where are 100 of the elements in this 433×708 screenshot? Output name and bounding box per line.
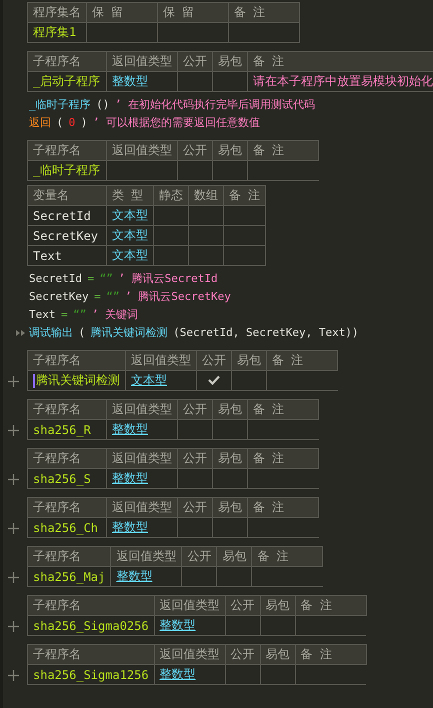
plus-icon[interactable]: [8, 376, 19, 387]
table-cell: [188, 206, 224, 226]
table-cell: 整数型: [106, 468, 178, 488]
column-header: 公开: [178, 52, 212, 72]
column-header: 公开: [196, 350, 232, 370]
column-header: 公开: [182, 546, 217, 566]
table-cell: [212, 160, 248, 180]
column-header: 公开: [225, 644, 260, 664]
table-cell: [212, 518, 248, 538]
column-header: 子程序名: [28, 498, 106, 518]
column-header: 返回值类型: [106, 400, 178, 420]
column-header: 静态: [154, 186, 188, 206]
column-header: 公开: [225, 596, 260, 616]
column-header: 返回值类型: [106, 448, 178, 468]
table-cell: 整数型: [106, 420, 178, 440]
column-header: 易包: [260, 644, 296, 664]
column-header: 易包: [212, 448, 248, 468]
column-header: 易包: [212, 140, 248, 160]
table-cell: 整数型: [154, 616, 226, 636]
table-cell: [212, 72, 248, 92]
plus-icon[interactable]: [8, 621, 19, 632]
plus-icon[interactable]: [8, 523, 19, 534]
table-cell: [248, 468, 318, 488]
table-cell: [86, 22, 158, 42]
column-header: 保 留: [158, 2, 228, 22]
column-header: 返回值类型: [126, 350, 196, 370]
table-cell: 文本型: [106, 226, 154, 246]
plus-icon[interactable]: [8, 474, 19, 485]
column-header: 备 注: [295, 644, 366, 664]
table-cell: [106, 160, 178, 180]
column-header: 返回值类型: [106, 52, 178, 72]
table-cell: Text: [28, 246, 106, 266]
table-cell: sha256_Sigma1256: [28, 664, 154, 684]
column-header: 返回值类型: [154, 644, 226, 664]
code-line: _临时子程序 () ’ 在初始化代码执行完毕后调用测试代码: [29, 97, 316, 113]
table-cell: 整数型: [106, 72, 178, 92]
column-header: 子程序名: [28, 546, 111, 566]
code-line: SecretKey = “” ’ 腾讯云SecretKey: [29, 289, 232, 305]
column-header: 类 型: [106, 186, 154, 206]
column-header: 备 注: [224, 186, 266, 206]
column-header: 易包: [216, 546, 252, 566]
table-cell: [295, 616, 366, 636]
table-cell: [224, 206, 266, 226]
table-cell: 腾讯关键词检测: [28, 370, 126, 390]
table-cell: [295, 664, 366, 684]
column-header: 备 注: [266, 350, 338, 370]
table-cell: 文本型: [106, 246, 154, 266]
code-line: 调试输出 ( 腾讯关键词检测 (SecretId, SecretKey, Text)): [29, 325, 360, 341]
table-cell: 程序集1: [28, 22, 86, 42]
table-cell: [260, 616, 296, 636]
plus-icon[interactable]: [8, 572, 19, 583]
column-header: 返回值类型: [106, 140, 178, 160]
column-header: 备 注: [228, 2, 300, 22]
table-cell: 整数型: [110, 566, 182, 586]
table-cell: [228, 22, 300, 42]
column-header: 子程序名: [28, 52, 106, 72]
table-cell: SecretKey: [28, 226, 106, 246]
column-header: 子程序名: [28, 596, 154, 616]
column-header: 易包: [212, 52, 248, 72]
column-header: 备 注: [248, 400, 318, 420]
code-line: SecretId = “” ’ 腾讯云SecretId: [29, 271, 219, 287]
table-cell: [216, 566, 252, 586]
column-header: 备 注: [295, 596, 366, 616]
code-line: Text = “” ’ 关键词: [29, 307, 140, 323]
column-header: 返回值类型: [106, 498, 178, 518]
table-cell: 整数型: [154, 664, 226, 684]
column-header: 数组: [188, 186, 224, 206]
table-cell: [154, 246, 188, 266]
table-cell: [248, 160, 318, 180]
column-header: 子程序名: [28, 350, 126, 370]
table-cell: [154, 206, 188, 226]
table-cell: 文本型: [106, 206, 154, 226]
column-header: 保 留: [86, 2, 158, 22]
table-cell: [188, 246, 224, 266]
column-header: 程序集名: [28, 2, 86, 22]
plus-icon[interactable]: [8, 425, 19, 436]
table-cell: [212, 468, 248, 488]
column-header: 公开: [178, 498, 212, 518]
column-header: 公开: [178, 400, 212, 420]
text-cursor: [33, 374, 35, 388]
column-header: 子程序名: [28, 400, 106, 420]
column-header: 备 注: [248, 498, 318, 518]
table-cell: sha256_S: [28, 468, 106, 488]
column-header: 公开: [178, 140, 212, 160]
table-cell: sha256_Maj: [28, 566, 111, 586]
table-cell: [248, 420, 318, 440]
table-cell: [154, 226, 188, 246]
column-header: 易包: [260, 596, 296, 616]
code-line: 返回 ( 0 ) ’ 可以根据您的需要返回任意数值: [29, 115, 262, 131]
column-header: 子程序名: [28, 140, 106, 160]
plus-icon[interactable]: [8, 670, 19, 681]
column-header: 子程序名: [28, 644, 154, 664]
table-cell: SecretId: [28, 206, 106, 226]
column-header: 子程序名: [28, 448, 106, 468]
table-cell: 整数型: [106, 518, 178, 538]
table-cell: [260, 664, 296, 684]
table-cell: [252, 566, 323, 586]
column-header: 备 注: [248, 140, 318, 160]
column-header: 易包: [212, 400, 248, 420]
table-cell: sha256_Ch: [28, 518, 106, 538]
